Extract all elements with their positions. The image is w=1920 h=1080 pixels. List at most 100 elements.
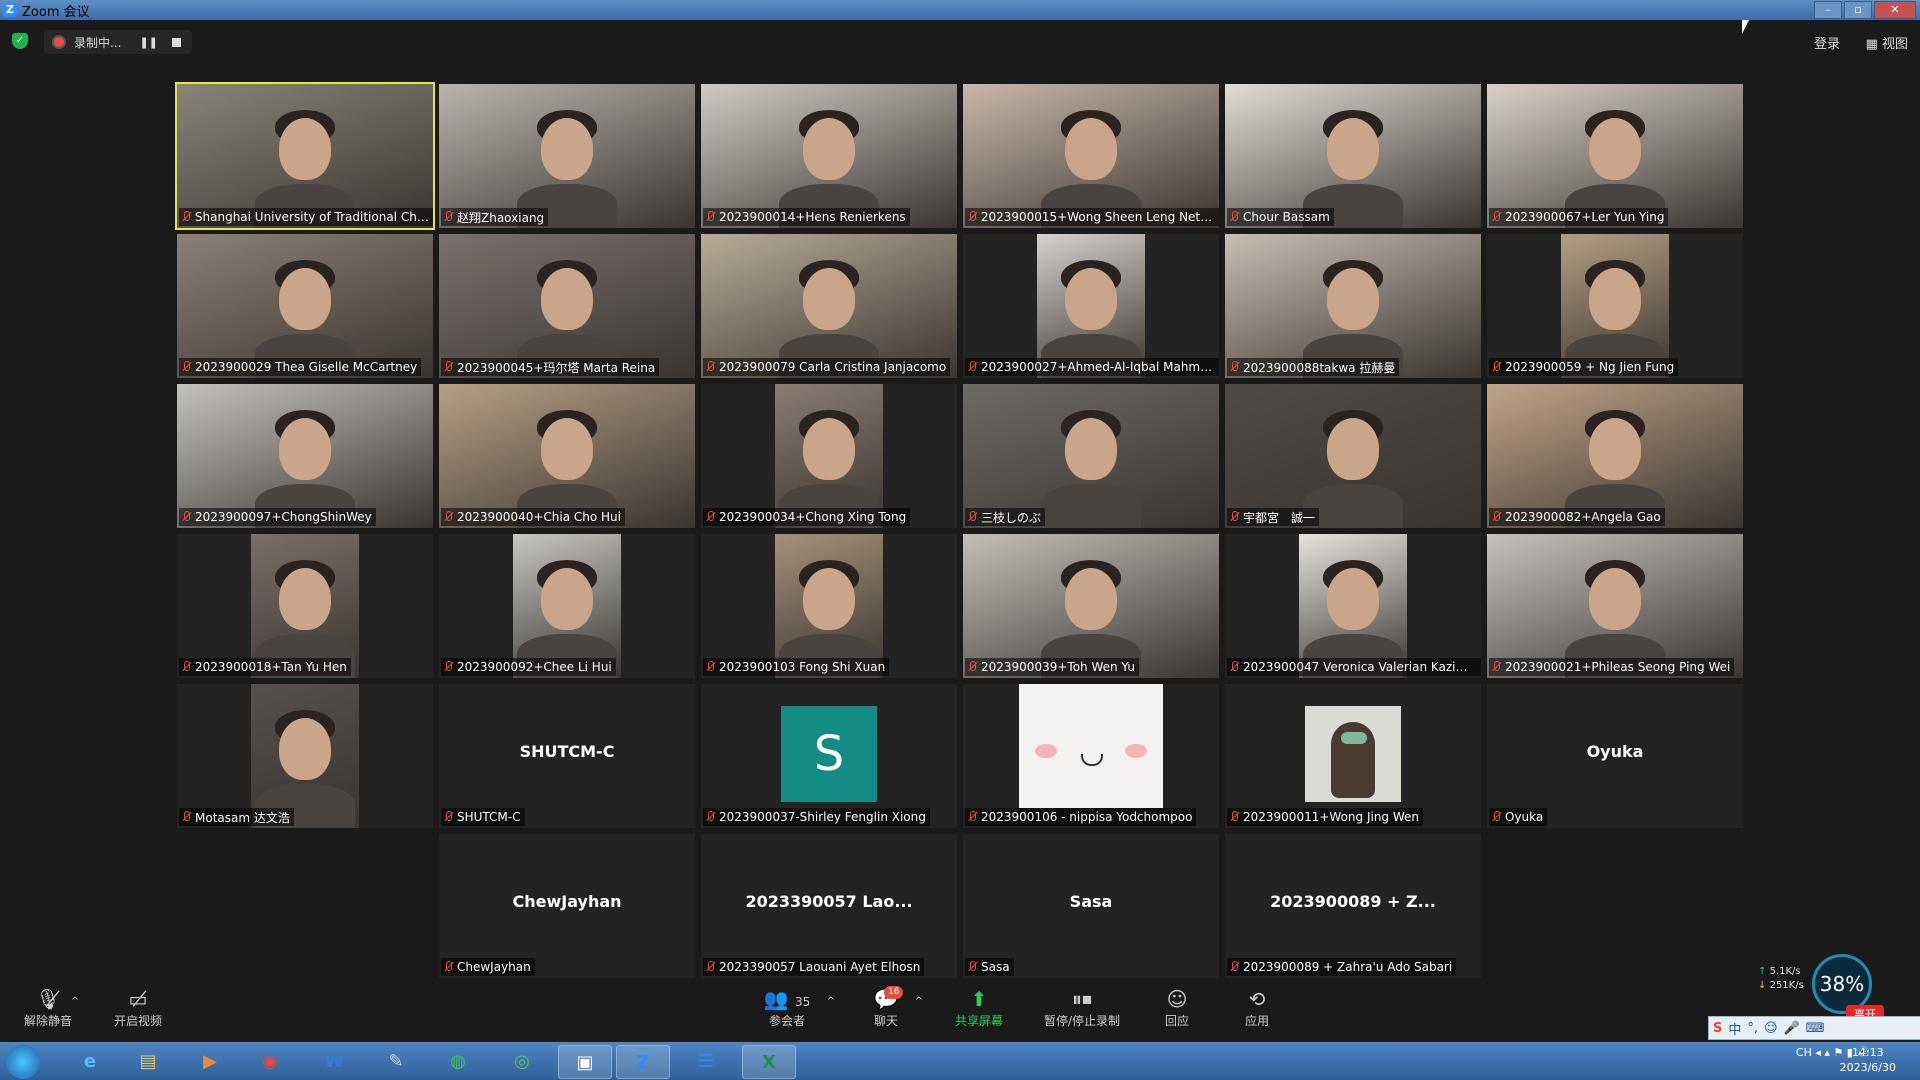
pause-recording-icon[interactable]: ❚❚ — [139, 36, 157, 49]
unmute-button[interactable]: 🎙︎̸ 解除静音 — [20, 986, 76, 1029]
chat-button[interactable]: 💬 16 聊天 — [866, 986, 906, 1029]
language-indicator[interactable]: CH — [1796, 1046, 1812, 1059]
ime-chinese-icon[interactable]: 中 — [1728, 1019, 1741, 1038]
participant-video — [439, 84, 695, 228]
participant-tile[interactable]: 三枝しのぶ — [963, 384, 1219, 528]
zoom-app-taskbar-icon[interactable]: Z — [616, 1045, 670, 1079]
participant-tile[interactable]: 2023900027+Ahmed-Al-Iqbal Mahmud — [963, 234, 1219, 378]
media-player-icon[interactable]: ▶ — [184, 1045, 236, 1077]
file-explorer-icon[interactable]: ▤ — [122, 1045, 174, 1077]
video-off-icon: ▭̸ — [128, 987, 148, 1011]
participant-tile[interactable]: 宇都宮 誠一 — [1225, 384, 1481, 528]
participant-tile[interactable]: Chour Bassam — [1225, 84, 1481, 228]
participant-name-tag: 2023900059 + Ng Jien Fung — [1489, 358, 1679, 376]
participant-tile[interactable]: 2023900039+Toh Wen Yu — [963, 534, 1219, 678]
ime-emoji-icon[interactable]: ☺ — [1764, 1021, 1778, 1036]
stop-recording-icon[interactable] — [171, 37, 181, 47]
ime-keyboard-icon[interactable]: ⌨ — [1806, 1021, 1825, 1036]
participant-video — [439, 234, 695, 378]
login-button[interactable]: 登录 — [1814, 33, 1840, 52]
participant-tile[interactable]: 2023900067+Ler Yun Ying — [1487, 84, 1743, 228]
clock-date: 2023/6/30 — [1839, 1061, 1896, 1074]
participant-tile[interactable]: 2023900015+Wong Sheen Leng Neth... — [963, 84, 1219, 228]
participant-tile[interactable]: 2023900045+玛尔塔 Marta Reina — [439, 234, 695, 378]
notes-icon[interactable]: ✎ — [370, 1045, 422, 1077]
word-icon[interactable]: W — [308, 1045, 360, 1077]
browser-icon[interactable]: ◎ — [496, 1045, 548, 1077]
ie-icon[interactable]: e — [64, 1045, 116, 1077]
participant-tile[interactable]: 2023900079 Carla Cristina Janjacomo — [701, 234, 957, 378]
sogou-icon[interactable]: S — [1713, 1021, 1722, 1036]
muted-mic-icon — [1491, 211, 1501, 223]
start-button[interactable] — [6, 1045, 40, 1079]
share-screen-button[interactable]: ⬆ 共享屏幕 — [950, 986, 1008, 1029]
participant-tile[interactable]: 2023900018+Tan Yu Hen — [177, 534, 433, 678]
participant-tile[interactable]: Sasa Sasa — [963, 834, 1219, 978]
participant-name: 赵翔Zhaoxiang — [457, 210, 545, 225]
minimize-button[interactable]: – — [1814, 1, 1842, 19]
participant-tile[interactable]: 2023900089 + Z... 2023900089 + Zahra'u Ad… — [1225, 834, 1481, 978]
participant-tile[interactable]: 2023390057 Lao... 2023390057 Laouani Ayet… — [701, 834, 957, 978]
participant-tile[interactable]: 2023900047 Veronica Valerian Kazim... — [1225, 534, 1481, 678]
participants-options-chevron-icon[interactable]: ^ — [824, 996, 838, 1007]
start-video-button[interactable]: ▭̸ 开启视频 — [110, 986, 166, 1029]
clock-time: 14:13 — [1851, 1046, 1884, 1059]
participants-button[interactable]: 👥 35 参会者 — [755, 986, 819, 1029]
participant-tile[interactable]: 2023900011+Wong Jing Wen — [1225, 684, 1481, 828]
participant-tile[interactable]: Shanghai University of Traditional Chi..… — [175, 82, 435, 230]
participant-display-name: Sasa — [1069, 892, 1113, 911]
ime-voice-icon[interactable]: 🎤 — [1784, 1021, 1800, 1036]
ime-punct-icon[interactable]: °, — [1747, 1021, 1758, 1036]
participant-name: 2023900103 Fong Shi Xuan — [719, 660, 886, 674]
participant-tile[interactable]: 2023900034+Chong Xing Tong — [701, 384, 957, 528]
participant-tile[interactable]: 2023900059 + Ng Jien Fung — [1487, 234, 1743, 378]
participant-tile[interactable]: 2023900088takwa 拉赫曼 — [1225, 234, 1481, 378]
chat-options-chevron-icon[interactable]: ^ — [912, 996, 926, 1007]
apps-button[interactable]: ⟲ 应用 — [1240, 986, 1274, 1029]
participant-tile[interactable]: 2023900040+Chia Cho Hui — [439, 384, 695, 528]
participant-tile[interactable]: SHUTCM-C SHUTCM-C — [439, 684, 695, 828]
reactions-button[interactable]: ☺ 回应 — [1160, 986, 1194, 1029]
muted-mic-icon — [181, 211, 191, 223]
participant-tile[interactable]: 2023900014+Hens Renierkens — [701, 84, 957, 228]
chrome-icon[interactable]: ◉ — [244, 1045, 296, 1077]
participant-tile[interactable]: ChewJayhan ChewJayhan — [439, 834, 695, 978]
participant-tile[interactable]: 2023900021+Phileas Seong Ping Wei — [1487, 534, 1743, 678]
app-list-icon[interactable]: ☰ — [680, 1045, 732, 1077]
participant-tile[interactable]: 2023900029 Thea Giselle McCartney — [177, 234, 433, 378]
muted-mic-icon — [705, 811, 715, 823]
upload-speed: ↑ 5.1K/s — [1758, 966, 1801, 977]
participants-icon: 👥 35 — [763, 987, 811, 1011]
participant-tile[interactable]: Oyuka Oyuka — [1487, 684, 1743, 828]
excel-icon[interactable]: X — [742, 1045, 796, 1079]
pause-stop-recording-button[interactable]: ⏸⏹ 暂停/停止录制 — [1040, 986, 1124, 1029]
maximize-button[interactable]: ▫ — [1844, 1, 1872, 19]
muted-mic-icon — [705, 961, 715, 973]
participant-tile[interactable]: 2023900082+Angela Gao — [1487, 384, 1743, 528]
input-method-toolbar[interactable]: S 中 °, ☺ 🎤 ⌨ — [1708, 1016, 1920, 1040]
participant-video — [177, 384, 433, 528]
close-button[interactable]: ✕ — [1874, 1, 1916, 19]
view-button[interactable]: ▦ 视图 — [1866, 33, 1908, 52]
participant-video — [1225, 234, 1481, 378]
participant-name: 三枝しのぶ — [981, 510, 1042, 525]
participant-tile[interactable]: 2023900092+Chee Li Hui — [439, 534, 695, 678]
system-clock[interactable]: 14:13 2023/6/30 — [1840, 1045, 1896, 1075]
participant-tile[interactable]: 2023900106 - nippisa Yodchompoo — [963, 684, 1219, 828]
security-shield-icon[interactable]: ✓ — [12, 33, 28, 49]
muted-mic-icon — [1491, 361, 1501, 373]
drawn-avatar-icon — [1305, 706, 1401, 802]
participant-tile[interactable]: 2023900097+ChongShinWey — [177, 384, 433, 528]
zoom-video-icon[interactable]: ▣ — [558, 1045, 612, 1079]
audio-options-chevron-icon[interactable]: ^ — [68, 996, 82, 1007]
participant-name-tag: 2023900079 Carla Cristina Janjacomo — [703, 358, 951, 376]
participant-tile[interactable]: 2023900103 Fong Shi Xuan — [701, 534, 957, 678]
participant-tile[interactable]: Motasam 达文浩 — [177, 684, 433, 828]
wechat-icon[interactable]: ◍ — [432, 1045, 484, 1077]
participant-name: 2023900079 Carla Cristina Janjacomo — [719, 360, 947, 374]
participant-name-tag: 2023900106 - nippisa Yodchompoo — [965, 808, 1197, 826]
participant-name: 2023900039+Toh Wen Yu — [981, 660, 1135, 674]
participant-tile[interactable]: S 2023900037-Shirley Fenglin Xiong — [701, 684, 957, 828]
window-title: Zoom 会议 — [22, 4, 90, 20]
participant-tile[interactable]: 赵翔Zhaoxiang — [439, 84, 695, 228]
